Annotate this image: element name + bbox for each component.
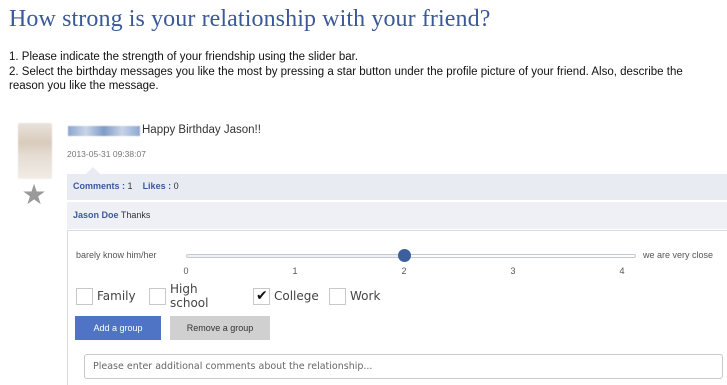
slider-tick-label: 1 xyxy=(292,266,298,276)
friend-avatar xyxy=(18,123,52,179)
post-stats: Comments : 1 Likes : 0 xyxy=(73,181,179,191)
add-group-button[interactable]: Add a group xyxy=(75,316,161,340)
poster-name-blurred xyxy=(68,126,140,136)
slider-track[interactable] xyxy=(186,254,636,258)
slider-tick-label: 0 xyxy=(183,266,189,276)
check-icon: ✔ xyxy=(256,287,268,304)
comment-text: Thanks xyxy=(120,210,151,220)
slider-max-label: we are very close xyxy=(643,250,714,260)
checkbox[interactable]: ✔ xyxy=(253,287,270,305)
group-work[interactable]: Work xyxy=(329,287,380,305)
stats-bar: Comments : 1 Likes : 0 xyxy=(67,174,727,201)
relationship-comments-input[interactable] xyxy=(84,354,723,379)
comments-label: Comments : xyxy=(73,181,126,191)
group-high-school[interactable]: High school xyxy=(149,282,208,310)
group-college[interactable]: ✔ College xyxy=(253,287,319,305)
likes-label: Likes : xyxy=(142,181,172,191)
post-timestamp: 2013-05-31 09:38:07 xyxy=(67,149,146,159)
slider-tick-label: 2 xyxy=(401,266,407,276)
instruction-1: 1. Please indicate the strength of your … xyxy=(9,51,359,63)
page-title: How strong is your relationship with you… xyxy=(9,6,491,32)
slider-min-label: barely know him/her xyxy=(76,250,157,260)
slider-tick-label: 4 xyxy=(619,266,625,276)
instruction-2: 2. Select the birthday messages you like… xyxy=(9,65,683,93)
star-icon[interactable]: ★ xyxy=(20,181,48,209)
group-label: Family xyxy=(97,289,136,303)
slider-tick-label: 3 xyxy=(510,266,516,276)
group-family[interactable]: Family xyxy=(76,287,136,305)
group-label: High school xyxy=(170,282,209,310)
caret-pointer xyxy=(86,167,100,174)
slider-thumb[interactable] xyxy=(398,249,411,262)
group-label: College xyxy=(274,289,319,303)
remove-group-button[interactable]: Remove a group xyxy=(170,316,270,340)
group-label: Work xyxy=(350,289,381,303)
checkbox[interactable] xyxy=(329,287,346,305)
likes-count: 0 xyxy=(173,181,179,191)
comment-author[interactable]: Jason Doe xyxy=(73,210,119,220)
comment: Jason Doe Thanks xyxy=(73,210,150,220)
comments-count: 1 xyxy=(127,181,133,191)
checkbox[interactable] xyxy=(76,287,93,305)
birthday-message: Happy Birthday Jason!! xyxy=(142,124,261,136)
instructions: 1. Please indicate the strength of your … xyxy=(9,50,721,94)
comment-row: Jason Doe Thanks xyxy=(67,202,727,229)
slider-fill xyxy=(187,255,405,257)
checkbox[interactable] xyxy=(149,287,166,305)
